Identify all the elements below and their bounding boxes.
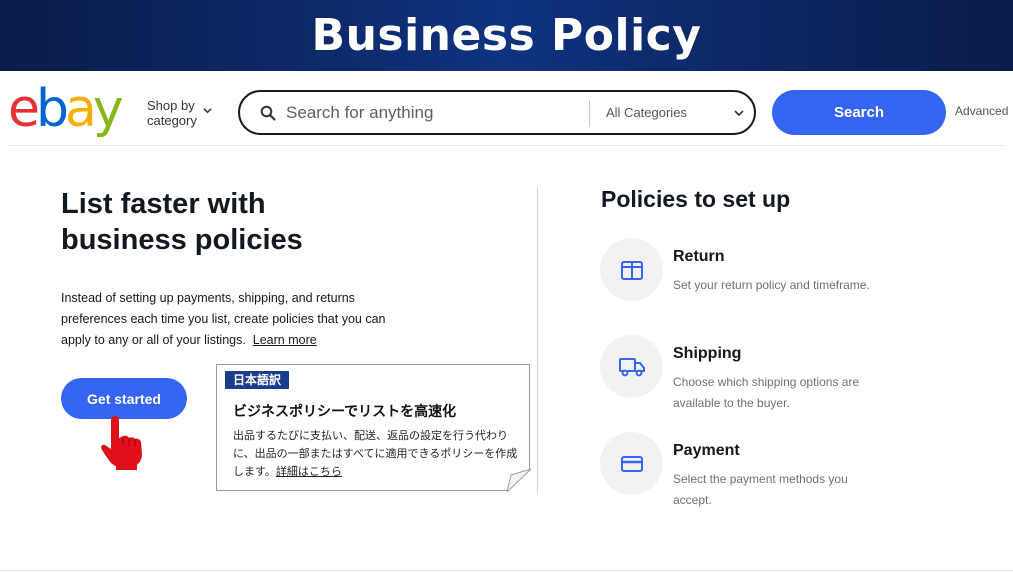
page-curl-icon (507, 469, 531, 492)
search-divider (589, 100, 590, 127)
policy-description: Set your return policy and timeframe. (673, 278, 870, 292)
title-banner: Business Policy (0, 0, 1013, 71)
japanese-translation-note: 日本語訳 ビジネスポリシーでリストを高速化 出品するたびに支払い、配送、返品の設… (216, 364, 531, 492)
box-icon (620, 260, 643, 280)
policy-icon-circle (600, 432, 663, 495)
translation-body: 出品するたびに支払い、配送、返品の設定を行う代わりに、出品の一部またはすべてに適… (233, 429, 518, 478)
policy-return[interactable]: Return Set your return policy and timefr… (600, 238, 920, 318)
policy-name: Shipping (673, 345, 742, 362)
policy-icon-circle (600, 238, 663, 301)
policy-description: Select the payment methods you accept. (673, 472, 848, 507)
policy-name: Return (673, 248, 725, 265)
category-select[interactable]: All Categories (606, 105, 687, 120)
chevron-down-icon[interactable] (734, 108, 744, 118)
translation-tag: 日本語訳 (225, 371, 290, 389)
card-icon (620, 455, 643, 472)
shop-by-category-button[interactable]: Shop by category (147, 98, 197, 128)
hero-title: List faster with business policies (61, 188, 303, 256)
search-button[interactable]: Search (772, 90, 946, 135)
column-divider (537, 187, 538, 495)
chevron-down-icon[interactable] (203, 106, 212, 115)
pointing-hand-icon (101, 416, 142, 470)
category-label: category (147, 113, 197, 128)
get-started-button[interactable]: Get started (61, 378, 187, 419)
footer-divider (0, 570, 1013, 571)
policy-description: Choose which shipping options are availa… (673, 375, 860, 410)
truck-icon (618, 357, 645, 376)
header-divider (8, 145, 1005, 146)
translation-title: ビジネスポリシーでリストを高速化 (233, 404, 457, 420)
ebay-logo[interactable]: ebay (8, 81, 124, 137)
advanced-search-link[interactable]: Advanced (955, 104, 1008, 118)
search-icon (260, 105, 276, 121)
shop-by-label: Shop by (147, 98, 195, 113)
banner-title: Business Policy (311, 10, 702, 61)
search-bar: All Categories (238, 90, 756, 135)
translation-link[interactable]: 詳細はこちら (276, 465, 342, 478)
search-input[interactable] (286, 100, 582, 126)
policy-icon-circle (600, 335, 663, 398)
policy-shipping[interactable]: Shipping Choose which shipping options a… (600, 335, 920, 415)
hero-description: Instead of setting up payments, shipping… (61, 291, 386, 347)
policy-name: Payment (673, 442, 740, 459)
policies-heading: Policies to set up (601, 186, 791, 212)
policy-payment[interactable]: Payment Select the payment methods you a… (600, 432, 920, 512)
learn-more-link[interactable]: Learn more (253, 333, 317, 347)
